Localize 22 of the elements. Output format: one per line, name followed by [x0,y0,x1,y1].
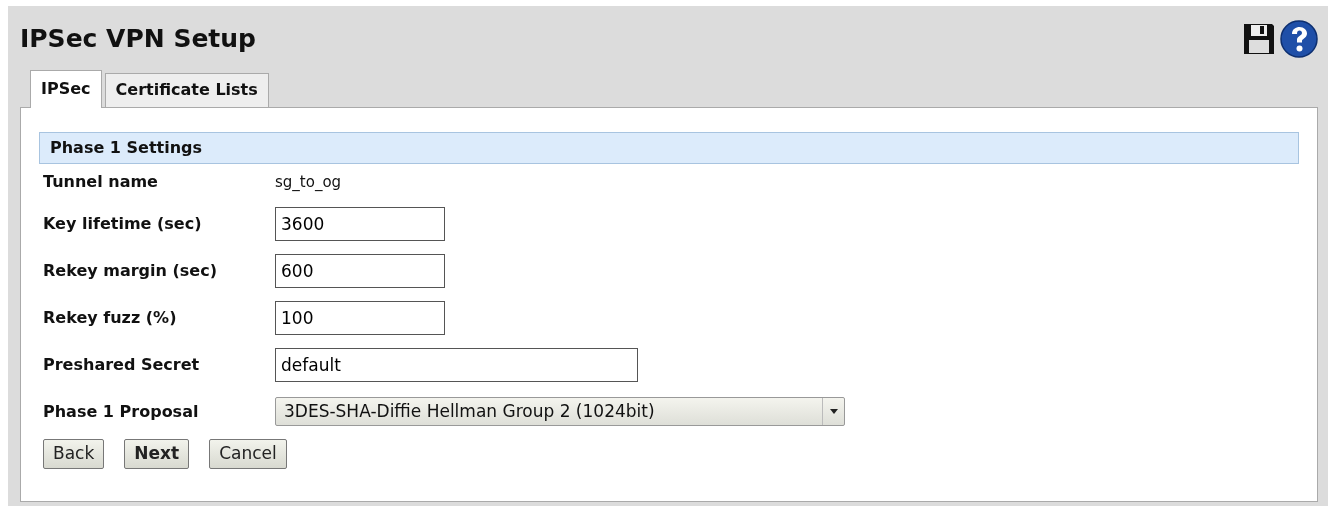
input-field[interactable]: 100 [275,300,445,335]
field-label: Key lifetime (sec) [43,212,203,235]
field-label: Phase 1 Proposal [43,400,200,423]
save-icon[interactable] [1242,22,1276,56]
field-label: Rekey margin (sec) [43,259,218,282]
input-field[interactable]: 600 [275,253,445,288]
tab[interactable]: Certificate Lists [104,73,269,107]
form-button[interactable]: Next [124,439,190,469]
tab[interactable]: IPSec [30,70,102,108]
form-button[interactable]: Cancel [209,439,287,469]
field-label: Rekey fuzz (%) [43,306,178,329]
help-icon[interactable] [1280,20,1318,58]
form-button[interactable]: Back [43,439,105,469]
caret-icon [829,409,838,414]
input-field[interactable]: 3600 [275,206,445,241]
field-value: sg_to_og [275,171,342,193]
field-label: Tunnel name [43,171,159,193]
section-header: Phase 1 Settings [39,132,1299,164]
page-title: IPSec VPN Setup [20,22,256,55]
input-field[interactable]: default [275,347,638,382]
field-label: Preshared Secret [43,353,201,376]
dropdown[interactable]: 3DES-SHA-Diffie Hellman Group 2 (1024bit) [275,397,845,426]
